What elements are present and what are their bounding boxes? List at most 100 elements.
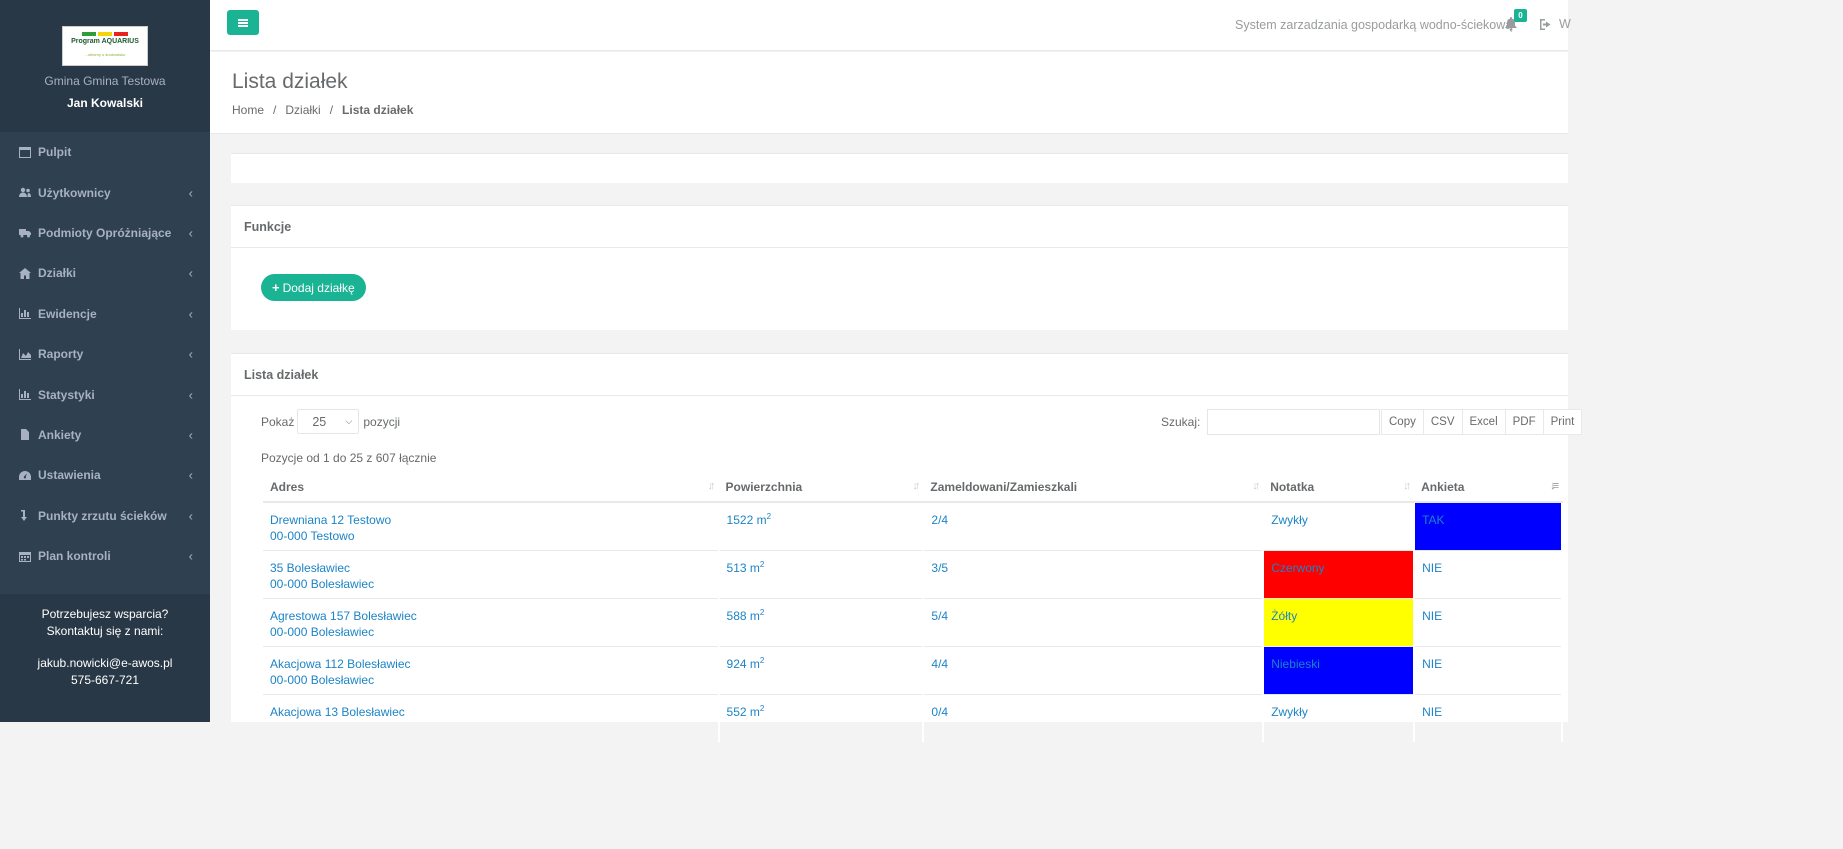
- csv-button[interactable]: CSV: [1422, 409, 1463, 435]
- address-link[interactable]: Akacjowa 13 Bolesławiec: [270, 705, 405, 719]
- excel-button[interactable]: Excel: [1461, 409, 1506, 435]
- area-cell: 588 m2: [718, 597, 925, 646]
- note-link[interactable]: Niebieski: [1271, 657, 1320, 671]
- note-cell: Czerwony: [1263, 549, 1416, 598]
- residents-link[interactable]: 3/5: [931, 561, 948, 575]
- survey-link[interactable]: NIE: [1422, 561, 1442, 575]
- sidebar-item-ankiety[interactable]: Ankiety ‹: [0, 415, 210, 455]
- chevron-left-icon: ‹: [188, 346, 193, 362]
- note-cell: Żółty: [1263, 597, 1416, 646]
- entries-label: pozycji: [363, 414, 401, 429]
- address-link[interactable]: 35 Bolesławiec: [270, 561, 350, 575]
- column-header-adres[interactable]: Adres ↓↑: [263, 472, 719, 503]
- note-link[interactable]: Żółty: [1271, 609, 1297, 623]
- menu-toggle-button[interactable]: [227, 10, 259, 35]
- support-phone[interactable]: 575-667-721: [0, 672, 210, 689]
- postal-link[interactable]: 00-000 Bolesławiec: [270, 625, 374, 639]
- chevron-left-icon: ‹: [188, 265, 193, 281]
- postal-link[interactable]: 00-000 Bolesławiec: [270, 577, 374, 591]
- area-link[interactable]: 1522 m2: [727, 513, 771, 528]
- residents-link[interactable]: 2/4: [931, 513, 948, 527]
- plot-list-panel: Lista działek Pokaż 25 ⌵ pozycji Szukaj:…: [231, 353, 1583, 742]
- add-plot-label: Dodaj działkę: [282, 280, 355, 295]
- breadcrumb: Home / Działki / Lista działek: [232, 103, 414, 117]
- chevron-left-icon: ‹: [188, 306, 193, 322]
- table-row: Akacjowa 112 Bolesławiec 00-000 Bolesławi…: [263, 645, 1563, 694]
- hamburger-icon: [238, 18, 248, 27]
- residents-cell: 2/4: [923, 501, 1265, 550]
- residents-link[interactable]: 5/4: [931, 609, 948, 623]
- support-contact-label: Skontaktuj się z nami:: [46, 623, 164, 638]
- residents-cell: 5/4: [923, 597, 1265, 646]
- sidebar-item-label: Ankiety: [38, 427, 82, 442]
- copy-button[interactable]: Copy: [1381, 409, 1424, 435]
- sidebar-item-dzialki[interactable]: Działki ‹: [0, 253, 210, 293]
- page-length-select[interactable]: 25 ⌵: [297, 409, 360, 434]
- column-header-notatka[interactable]: Notatka ↓↑: [1263, 472, 1415, 503]
- sidebar-item-label: Raporty: [38, 347, 84, 362]
- sort-icon: ↓↑: [1252, 480, 1260, 492]
- support-email[interactable]: jakub.nowicki@e-awos.pl: [0, 655, 210, 672]
- residents-link[interactable]: 0/4: [931, 705, 948, 719]
- column-header-powierzchnia[interactable]: Powierzchnia ↓↑: [718, 472, 924, 503]
- logo-subtitle: ...zbiorny o środowisko: [84, 52, 126, 57]
- address-link[interactable]: Agrestowa 157 Bolesławiec: [270, 609, 417, 623]
- address-cell: Agrestowa 157 Bolesławiec 00-000 Bolesław…: [263, 597, 720, 646]
- print-button[interactable]: Print: [1542, 409, 1583, 435]
- survey-link[interactable]: NIE: [1422, 609, 1442, 623]
- breadcrumb-home[interactable]: Home: [232, 103, 264, 117]
- sidebar-item-plan-kontroli[interactable]: Plan kontroli ‹: [0, 536, 210, 576]
- note-link[interactable]: Zwykły: [1271, 513, 1308, 527]
- sidebar-item-statystyki[interactable]: Statystyki ‹: [0, 374, 210, 414]
- logout-label: W: [1559, 17, 1571, 31]
- residents-cell: 4/4: [923, 645, 1265, 694]
- area-link[interactable]: 513 m2: [727, 560, 765, 575]
- address-cell: Drewniana 12 Testowo 00-000 Testowo: [263, 501, 720, 550]
- address-link[interactable]: Drewniana 12 Testowo: [270, 513, 391, 527]
- survey-link[interactable]: NIE: [1422, 705, 1442, 719]
- sidebar-item-label: Podmioty Opróżniające: [38, 225, 172, 240]
- sidebar-item-punkty-zrzutu[interactable]: Punkty zrzutu ścieków ‹: [0, 496, 210, 536]
- area-cell: 513 m2: [718, 549, 925, 598]
- sidebar-item-ustawienia[interactable]: Ustawienia ‹: [0, 455, 210, 495]
- pdf-button[interactable]: PDF: [1504, 409, 1544, 435]
- table-row: Drewniana 12 Testowo 00-000 Testowo 1522 …: [263, 501, 1563, 550]
- area-link[interactable]: 924 m2: [727, 656, 765, 671]
- address-link[interactable]: Akacjowa 112 Bolesławiec: [270, 657, 411, 671]
- user-name[interactable]: Jan Kowalski: [0, 96, 210, 110]
- column-header-zameldowani[interactable]: Zameldowani/Zamieszkali ↓↑: [923, 472, 1264, 503]
- search-input[interactable]: [1207, 409, 1381, 435]
- logo-title: Program AQUARIUS: [71, 38, 139, 45]
- note-link[interactable]: Zwykły: [1271, 705, 1308, 719]
- postal-link[interactable]: 00-000 Bolesławiec: [270, 673, 374, 687]
- sidebar-item-raporty[interactable]: Raporty ‹: [0, 334, 210, 374]
- address-cell: Akacjowa 13 Bolesławiec: [263, 693, 720, 742]
- note-cell: Zwykły: [1263, 501, 1416, 550]
- add-plot-button[interactable]: + Dodaj działkę: [261, 274, 366, 301]
- logout-link[interactable]: W: [1540, 17, 1571, 31]
- column-header-ankieta[interactable]: Ankieta ↓≡: [1414, 472, 1562, 503]
- note-link[interactable]: Czerwony: [1271, 561, 1324, 575]
- users-icon: [19, 187, 31, 198]
- postal-link[interactable]: 00-000 Testowo: [270, 529, 355, 543]
- survey-link[interactable]: NIE: [1422, 657, 1442, 671]
- sidebar-item-label: Statystyki: [38, 387, 95, 402]
- sidebar-item-podmioty[interactable]: Podmioty Opróżniające ‹: [0, 213, 210, 253]
- breadcrumb-current: Lista działek: [342, 103, 414, 117]
- desktop-icon: [19, 146, 31, 158]
- sidebar-item-uzytkownicy[interactable]: Użytkownicy ‹: [0, 172, 210, 212]
- sidebar-item-pulpit[interactable]: Pulpit: [0, 132, 210, 172]
- table-row: 35 Bolesławiec 00-000 Bolesławiec 513 m2 …: [263, 549, 1563, 598]
- search-label: Szukaj:: [1161, 415, 1201, 429]
- area-link[interactable]: 552 m2: [727, 704, 765, 719]
- notifications-badge: 0: [1514, 9, 1527, 22]
- survey-cell: NIE: [1414, 645, 1563, 694]
- breadcrumb-dzialki[interactable]: Działki: [285, 103, 320, 117]
- sidebar-item-ewidencje[interactable]: Ewidencje ‹: [0, 294, 210, 334]
- gmina-name: Gmina Gmina Testowa: [44, 74, 166, 88]
- survey-link[interactable]: TAK: [1422, 513, 1444, 527]
- residents-cell: 3/5: [923, 549, 1265, 598]
- area-link[interactable]: 588 m2: [727, 608, 765, 623]
- show-label: Pokaż: [261, 414, 295, 429]
- residents-link[interactable]: 4/4: [931, 657, 948, 671]
